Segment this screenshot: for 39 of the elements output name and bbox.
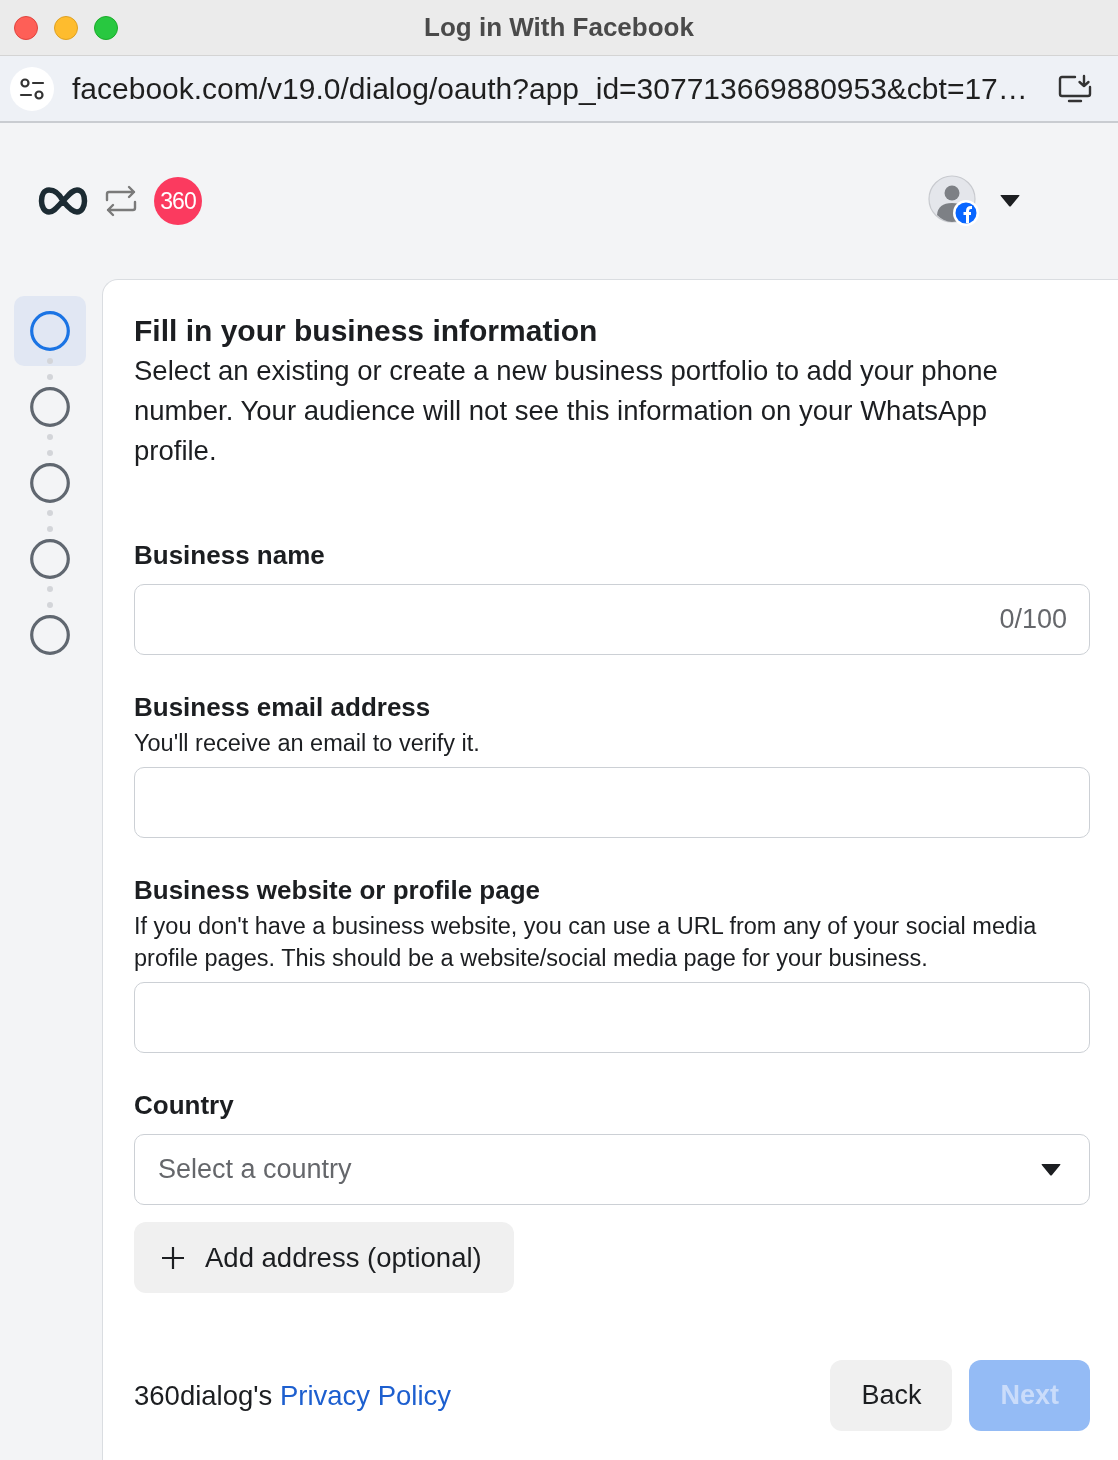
step-ring-icon (30, 311, 70, 351)
form-title: Fill in your business information (134, 313, 599, 349)
site-settings-button[interactable] (10, 66, 54, 111)
field-label: Country (134, 1089, 235, 1121)
field-description: If you don't have a business website, you can use a URL from any of your social media profile pages. This should be a website/social media page for your business. (134, 912, 1038, 973)
plus-icon (161, 1245, 185, 1270)
monitor-download-icon[interactable] (1058, 73, 1092, 104)
field-label: Business website or profile page (134, 874, 541, 906)
app-logo: 360 (154, 177, 202, 225)
form-description: Select an existing or create a new business portfolio to add your phone number. Your audience will not see this information on your WhatsApp profile. (134, 354, 999, 468)
swap-arrows-icon (104, 185, 138, 217)
input-field[interactable] (134, 982, 1090, 1053)
field-label: Business name (134, 539, 326, 571)
step-ring-icon (30, 539, 70, 579)
caret-icon (1041, 1163, 1061, 1176)
input-field[interactable]: 0/100 (134, 584, 1090, 655)
input-field[interactable] (134, 767, 1090, 838)
step-connector-drawing (47, 510, 53, 532)
field-description: You'll receive an email to verify it. (134, 729, 481, 758)
step-connector-drawing (47, 358, 53, 380)
infinity-logo-icon (38, 186, 88, 216)
step-connector-drawing (47, 434, 53, 456)
step-ring-icon (30, 615, 70, 655)
privacy-notice: 360dialog's Privacy Policy (134, 1379, 452, 1412)
privacy-policy-link[interactable]: Privacy Policy (279, 1379, 452, 1411)
window-title: Log in With Facebook (424, 12, 694, 43)
step-ring-icon (30, 463, 70, 503)
back-button[interactable]: Back (830, 1360, 953, 1431)
sliders-icon (19, 76, 45, 101)
close-window-button[interactable] (14, 15, 38, 40)
add-address-button[interactable]: Add address (optional) (134, 1222, 514, 1293)
step-connector-drawing (47, 586, 53, 608)
step-indicator[interactable] (14, 296, 86, 366)
step-ring-icon (30, 387, 70, 427)
account-menu-caret-icon[interactable] (1000, 195, 1020, 207)
profile-avatar-icon[interactable] (928, 175, 980, 227)
field-label: Business email address (134, 691, 432, 723)
character-counter: 0/100 (999, 604, 1067, 635)
country-select[interactable]: Select a country (134, 1134, 1090, 1205)
